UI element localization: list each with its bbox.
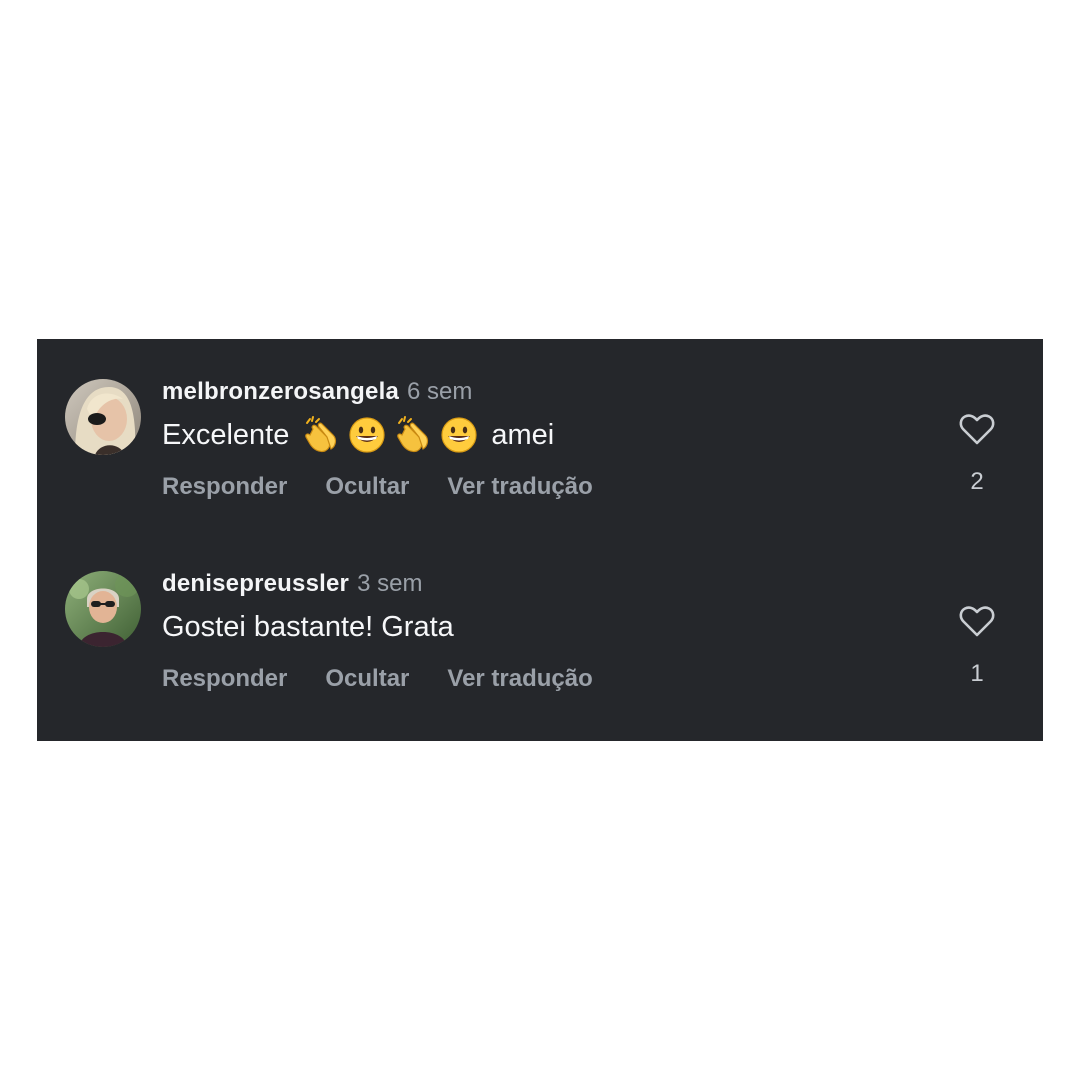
username[interactable]: denisepreussler	[162, 570, 349, 597]
comment-header: melbronzerosangela 6 sem	[162, 379, 472, 405]
translate-button[interactable]: Ver tradução	[447, 472, 592, 502]
hide-button[interactable]: Ocultar	[325, 472, 409, 502]
translate-button[interactable]: Ver tradução	[447, 664, 592, 694]
timestamp: 3 sem	[357, 570, 423, 597]
comments-panel: melbronzerosangela 6 sem Excelente amei …	[37, 339, 1043, 741]
heart-icon[interactable]	[957, 409, 997, 449]
comment-text-start: Excelente	[162, 419, 290, 451]
like-count: 1	[970, 660, 984, 687]
grinning-face-emoji	[441, 417, 477, 453]
avatar[interactable]	[65, 379, 141, 455]
comment-item: denisepreussler 3 sem Gostei bastante! Gr…	[37, 571, 1043, 711]
reply-button[interactable]: Responder	[162, 472, 287, 502]
like-count: 2	[970, 468, 984, 495]
grinning-face-emoji	[349, 417, 385, 453]
timestamp: 6 sem	[407, 378, 473, 405]
comment-text: Excelente amei	[162, 415, 554, 455]
emoji-group	[301, 415, 479, 455]
clapping-hands-emoji	[305, 416, 337, 453]
comment-actions: Responder Ocultar Ver tradução	[162, 664, 593, 694]
comment-item: melbronzerosangela 6 sem Excelente amei …	[37, 379, 1043, 519]
heart-icon[interactable]	[957, 601, 997, 641]
comment-text: Gostei bastante! Grata	[162, 611, 454, 643]
clapping-hands-emoji	[397, 416, 429, 453]
comment-actions: Responder Ocultar Ver tradução	[162, 472, 593, 502]
reply-button[interactable]: Responder	[162, 664, 287, 694]
username[interactable]: melbronzerosangela	[162, 378, 399, 405]
comment-text-end: amei	[491, 419, 555, 451]
comment-header: denisepreussler 3 sem	[162, 571, 422, 597]
avatar[interactable]	[65, 571, 141, 647]
page: melbronzerosangela 6 sem Excelente amei …	[0, 0, 1080, 1080]
hide-button[interactable]: Ocultar	[325, 664, 409, 694]
